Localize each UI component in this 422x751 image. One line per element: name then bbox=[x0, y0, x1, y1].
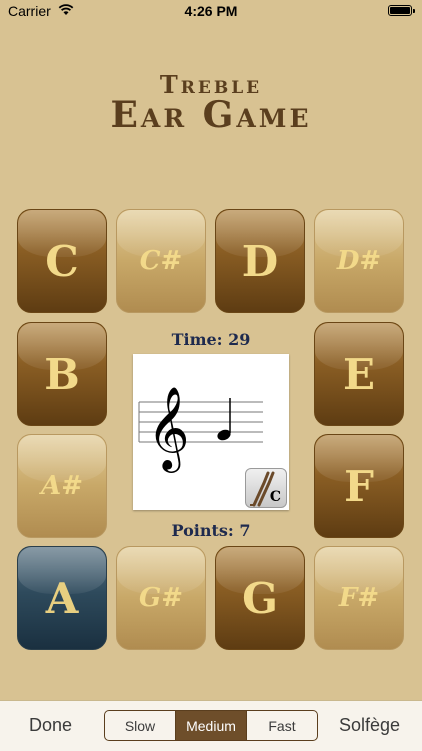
key-label: F bbox=[344, 461, 374, 511]
key-label: G# bbox=[139, 583, 183, 613]
status-bar: Carrier 4:26 PM bbox=[0, 0, 422, 22]
key-label: D bbox=[241, 236, 279, 286]
tuning-fork-button[interactable]: C bbox=[245, 468, 287, 508]
key-label: D# bbox=[336, 246, 382, 276]
key-f-sharp[interactable]: F# bbox=[314, 546, 404, 650]
key-label: E bbox=[342, 349, 375, 399]
staff-card: 𝄞 C bbox=[133, 354, 289, 510]
key-label: A# bbox=[41, 471, 83, 501]
clock: 4:26 PM bbox=[184, 3, 238, 19]
key-label: C bbox=[45, 236, 79, 286]
key-g-sharp[interactable]: G# bbox=[116, 546, 206, 650]
key-f[interactable]: F bbox=[314, 434, 404, 538]
speed-slow-segment[interactable]: Slow bbox=[105, 711, 176, 740]
key-c-sharp[interactable]: C# bbox=[116, 209, 206, 313]
fork-note-label: C bbox=[269, 489, 281, 505]
points-label: Points: 7 bbox=[171, 521, 251, 540]
treble-clef-icon: 𝄞 bbox=[147, 385, 190, 473]
key-label: F# bbox=[338, 583, 380, 613]
speed-fast-segment[interactable]: Fast bbox=[247, 711, 317, 740]
key-b[interactable]: B bbox=[17, 322, 107, 426]
done-button[interactable]: Done bbox=[29, 715, 72, 736]
key-e[interactable]: E bbox=[314, 322, 404, 426]
key-a[interactable]: A bbox=[17, 546, 107, 650]
battery-icon bbox=[388, 5, 415, 16]
key-d[interactable]: D bbox=[215, 209, 305, 313]
note bbox=[217, 398, 231, 441]
speed-medium-segment[interactable]: Medium bbox=[176, 711, 247, 740]
key-label: A bbox=[45, 573, 79, 623]
key-label: C# bbox=[139, 246, 183, 276]
key-d-sharp[interactable]: D# bbox=[314, 209, 404, 313]
speed-segmented-control: Slow Medium Fast bbox=[104, 710, 318, 741]
key-a-sharp[interactable]: A# bbox=[17, 434, 107, 538]
title-line-2: Ear Game bbox=[110, 94, 312, 136]
key-g[interactable]: G bbox=[215, 546, 305, 650]
time-label: Time: 29 bbox=[171, 330, 251, 349]
bottom-toolbar: Done Slow Medium Fast Solfège bbox=[0, 700, 422, 751]
key-c[interactable]: C bbox=[17, 209, 107, 313]
key-label: G bbox=[242, 573, 278, 623]
solfege-button[interactable]: Solfège bbox=[339, 715, 400, 736]
key-label: B bbox=[44, 349, 80, 399]
